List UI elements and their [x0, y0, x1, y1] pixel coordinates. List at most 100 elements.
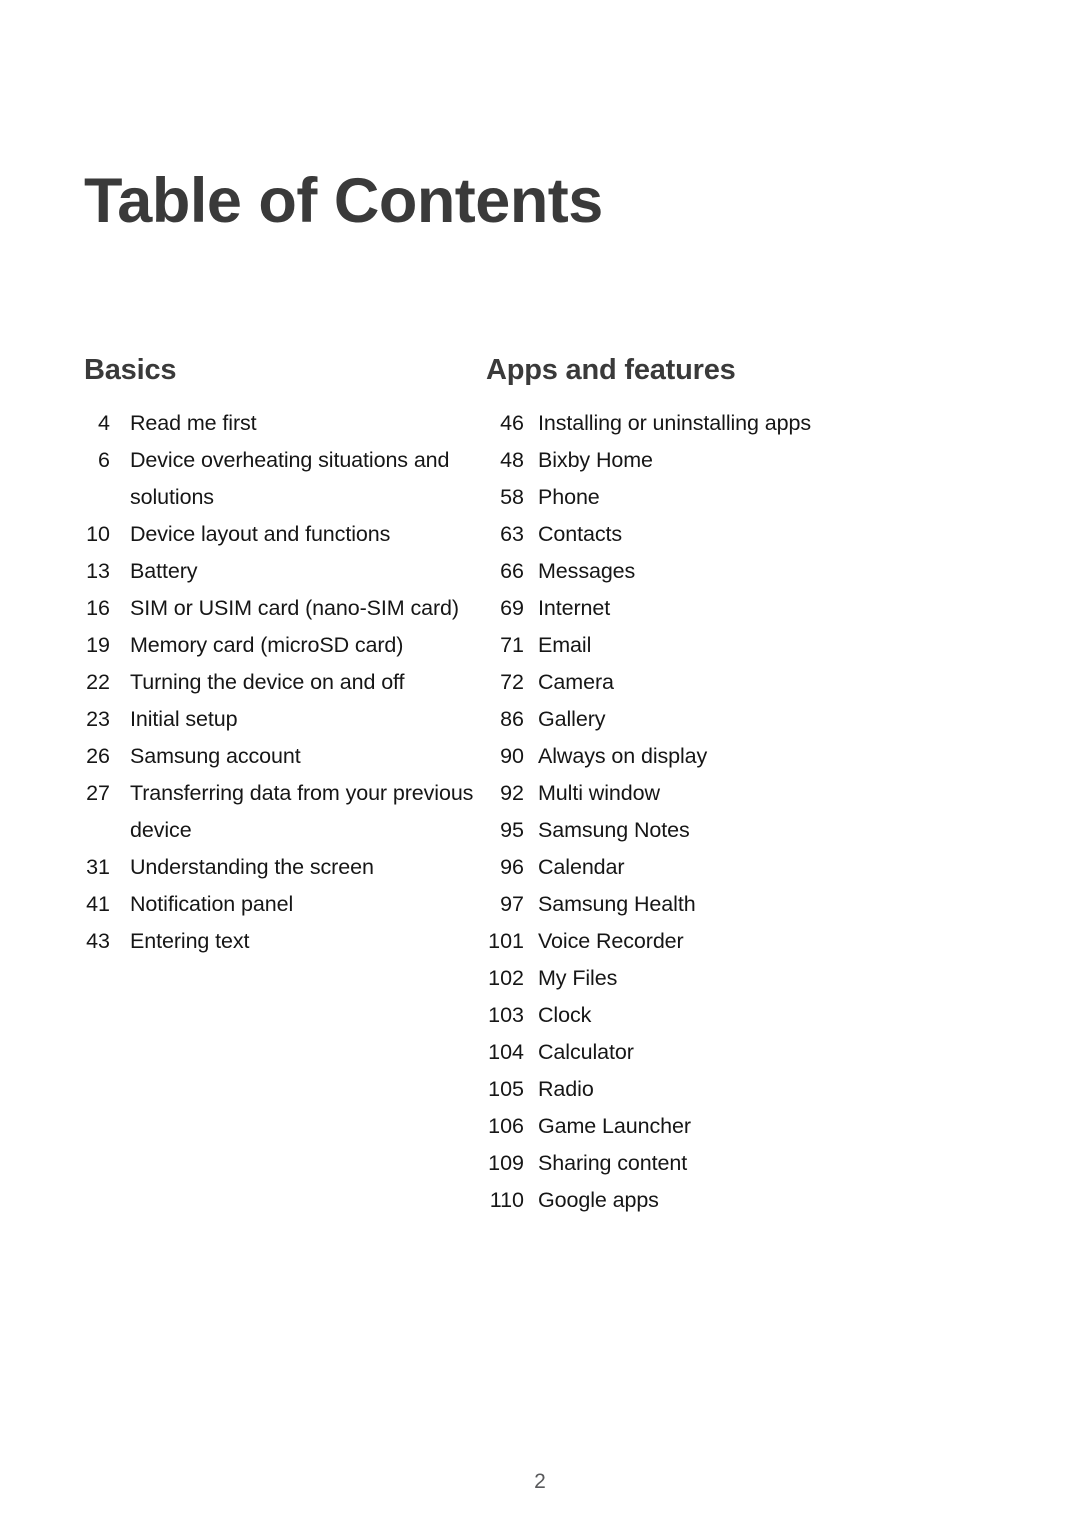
- toc-entry-page-number: 69: [500, 595, 524, 620]
- toc-entry-page-number: 63: [500, 521, 524, 546]
- toc-entry[interactable]: 95 Samsung Notes: [476, 812, 1080, 849]
- toc-entry-title: Memory card (microSD card): [130, 632, 404, 657]
- toc-entry[interactable]: 26 Samsung account: [84, 738, 476, 775]
- toc-column-apps-and-features: Apps and features 46 Installing or uninst…: [476, 354, 1080, 1219]
- toc-entry-title: Turning the device on and off: [130, 669, 405, 694]
- toc-entry-title: Installing or uninstalling apps: [538, 410, 811, 435]
- toc-entry[interactable]: 104 Calculator: [476, 1034, 1080, 1071]
- toc-entry-title: Voice Recorder: [538, 928, 684, 953]
- toc-entry-title: Samsung Health: [538, 891, 696, 916]
- toc-entry-page-number: 109: [488, 1150, 524, 1175]
- toc-list-basics: 4 Read me first 6 Device overheating situat…: [84, 405, 476, 960]
- toc-entry-title: Camera: [538, 669, 614, 694]
- toc-entry[interactable]: 103 Clock: [476, 997, 1080, 1034]
- toc-entry[interactable]: 86 Gallery: [476, 701, 1080, 738]
- toc-entry-title: Sharing content: [538, 1150, 688, 1175]
- toc-entry-page-number: 16: [86, 595, 110, 620]
- toc-entry[interactable]: 27 Transferring data from your previous d…: [84, 775, 476, 849]
- toc-entry[interactable]: 110 Google apps: [476, 1182, 1080, 1219]
- toc-entry[interactable]: 19 Memory card (microSD card): [84, 627, 476, 664]
- toc-entry[interactable]: 41 Notification panel: [84, 886, 476, 923]
- toc-entry-title: Internet: [538, 595, 611, 620]
- toc-entry-page-number: 101: [488, 928, 524, 953]
- toc-entry[interactable]: 96 Calendar: [476, 849, 1080, 886]
- toc-entry-title: My Files: [538, 965, 618, 990]
- section-heading-apps-and-features: Apps and features: [486, 354, 736, 386]
- toc-entry[interactable]: 101 Voice Recorder: [476, 923, 1080, 960]
- toc-entry-title: Bixby Home: [538, 447, 653, 472]
- section-heading-basics: Basics: [84, 354, 177, 386]
- toc-entry[interactable]: 105 Radio: [476, 1071, 1080, 1108]
- toc-entry[interactable]: 31 Understanding the screen: [84, 849, 476, 886]
- toc-entry-page-number: 66: [500, 558, 524, 583]
- toc-entry-title: Always on display: [538, 743, 708, 768]
- toc-entry-title: Multi window: [538, 780, 660, 805]
- toc-entry-title: Game Launcher: [538, 1113, 691, 1138]
- toc-entry-page-number: 106: [488, 1113, 524, 1138]
- toc-entry-page-number: 71: [500, 632, 524, 657]
- toc-entry[interactable]: 22 Turning the device on and off: [84, 664, 476, 701]
- toc-entry[interactable]: 92 Multi window: [476, 775, 1080, 812]
- toc-entry-page-number: 96: [500, 854, 524, 879]
- toc-entry[interactable]: 43 Entering text: [84, 923, 476, 960]
- toc-entry[interactable]: 6 Device overheating situations and solut…: [84, 442, 476, 516]
- toc-entry-title: Device overheating situations and soluti…: [130, 447, 450, 509]
- toc-entry-title: Email: [538, 632, 592, 657]
- toc-entry[interactable]: 63 Contacts: [476, 516, 1080, 553]
- toc-entry-title: Gallery: [538, 706, 606, 731]
- toc-entry-title: Samsung Notes: [538, 817, 690, 842]
- toc-entry[interactable]: 48 Bixby Home: [476, 442, 1080, 479]
- toc-entry[interactable]: 71 Email: [476, 627, 1080, 664]
- toc-entry[interactable]: 106 Game Launcher: [476, 1108, 1080, 1145]
- toc-list-apps-and-features: 46 Installing or uninstalling apps 48 Bixby…: [476, 405, 1080, 1219]
- toc-entry-title: Messages: [538, 558, 636, 583]
- toc-entry-page-number: 26: [86, 743, 110, 768]
- toc-entry-title: Calculator: [538, 1039, 634, 1064]
- toc-entry-page-number: 46: [500, 410, 524, 435]
- toc-entry-page-number: 97: [500, 891, 524, 916]
- toc-entry-page-number: 10: [86, 521, 110, 546]
- toc-entry-title: Read me first: [130, 410, 257, 435]
- page-title: Table of Contents: [84, 166, 603, 237]
- toc-entry-title: Phone: [538, 484, 600, 509]
- toc-entry-title: Initial setup: [130, 706, 238, 731]
- footer-page-number: 2: [534, 1470, 546, 1493]
- toc-entry[interactable]: 58 Phone: [476, 479, 1080, 516]
- toc-entry[interactable]: 97 Samsung Health: [476, 886, 1080, 923]
- toc-entry[interactable]: 102 My Files: [476, 960, 1080, 997]
- toc-entry-page-number: 102: [488, 965, 524, 990]
- toc-entry[interactable]: 66 Messages: [476, 553, 1080, 590]
- toc-entry[interactable]: 109 Sharing content: [476, 1145, 1080, 1182]
- toc-entry[interactable]: 10 Device layout and functions: [84, 516, 476, 553]
- toc-entry-page-number: 31: [86, 854, 110, 879]
- toc-entry[interactable]: 13 Battery: [84, 553, 476, 590]
- toc-entry-title: SIM or USIM card (nano-SIM card): [130, 595, 459, 620]
- toc-entry-title: Device layout and functions: [130, 521, 391, 546]
- toc-entry-title: Clock: [538, 1002, 592, 1027]
- toc-entry[interactable]: 90 Always on display: [476, 738, 1080, 775]
- toc-entry-title: Radio: [538, 1076, 594, 1101]
- toc-entry-page-number: 103: [488, 1002, 524, 1027]
- toc-entry-page-number: 13: [86, 558, 110, 583]
- toc-entry-title: Calendar: [538, 854, 625, 879]
- toc-entry-title: Contacts: [538, 521, 623, 546]
- toc-entry-page-number: 95: [500, 817, 524, 842]
- toc-column-basics: Basics 4 Read me first 6 Device overheating…: [0, 354, 476, 960]
- toc-entry[interactable]: 69 Internet: [476, 590, 1080, 627]
- toc-entry-page-number: 19: [86, 632, 110, 657]
- toc-columns: Basics 4 Read me first 6 Device overheating…: [0, 354, 1080, 1219]
- toc-entry[interactable]: 16 SIM or USIM card (nano-SIM card): [84, 590, 476, 627]
- toc-entry[interactable]: 4 Read me first: [84, 405, 476, 442]
- toc-entry[interactable]: 72 Camera: [476, 664, 1080, 701]
- toc-entry-title: Understanding the screen: [130, 854, 374, 879]
- toc-entry[interactable]: 23 Initial setup: [84, 701, 476, 738]
- toc-entry-title: Google apps: [538, 1187, 659, 1212]
- toc-entry-page-number: 22: [86, 669, 110, 694]
- toc-entry-page-number: 90: [500, 743, 524, 768]
- toc-entry-page-number: 41: [86, 891, 110, 916]
- toc-entry-page-number: 86: [500, 706, 524, 731]
- toc-entry[interactable]: 46 Installing or uninstalling apps: [476, 405, 1080, 442]
- toc-page: Table of Contents Basics 4 Read me first 6…: [0, 0, 1080, 1527]
- toc-entry-page-number: 6: [98, 447, 110, 472]
- toc-entry-title: Samsung account: [130, 743, 301, 768]
